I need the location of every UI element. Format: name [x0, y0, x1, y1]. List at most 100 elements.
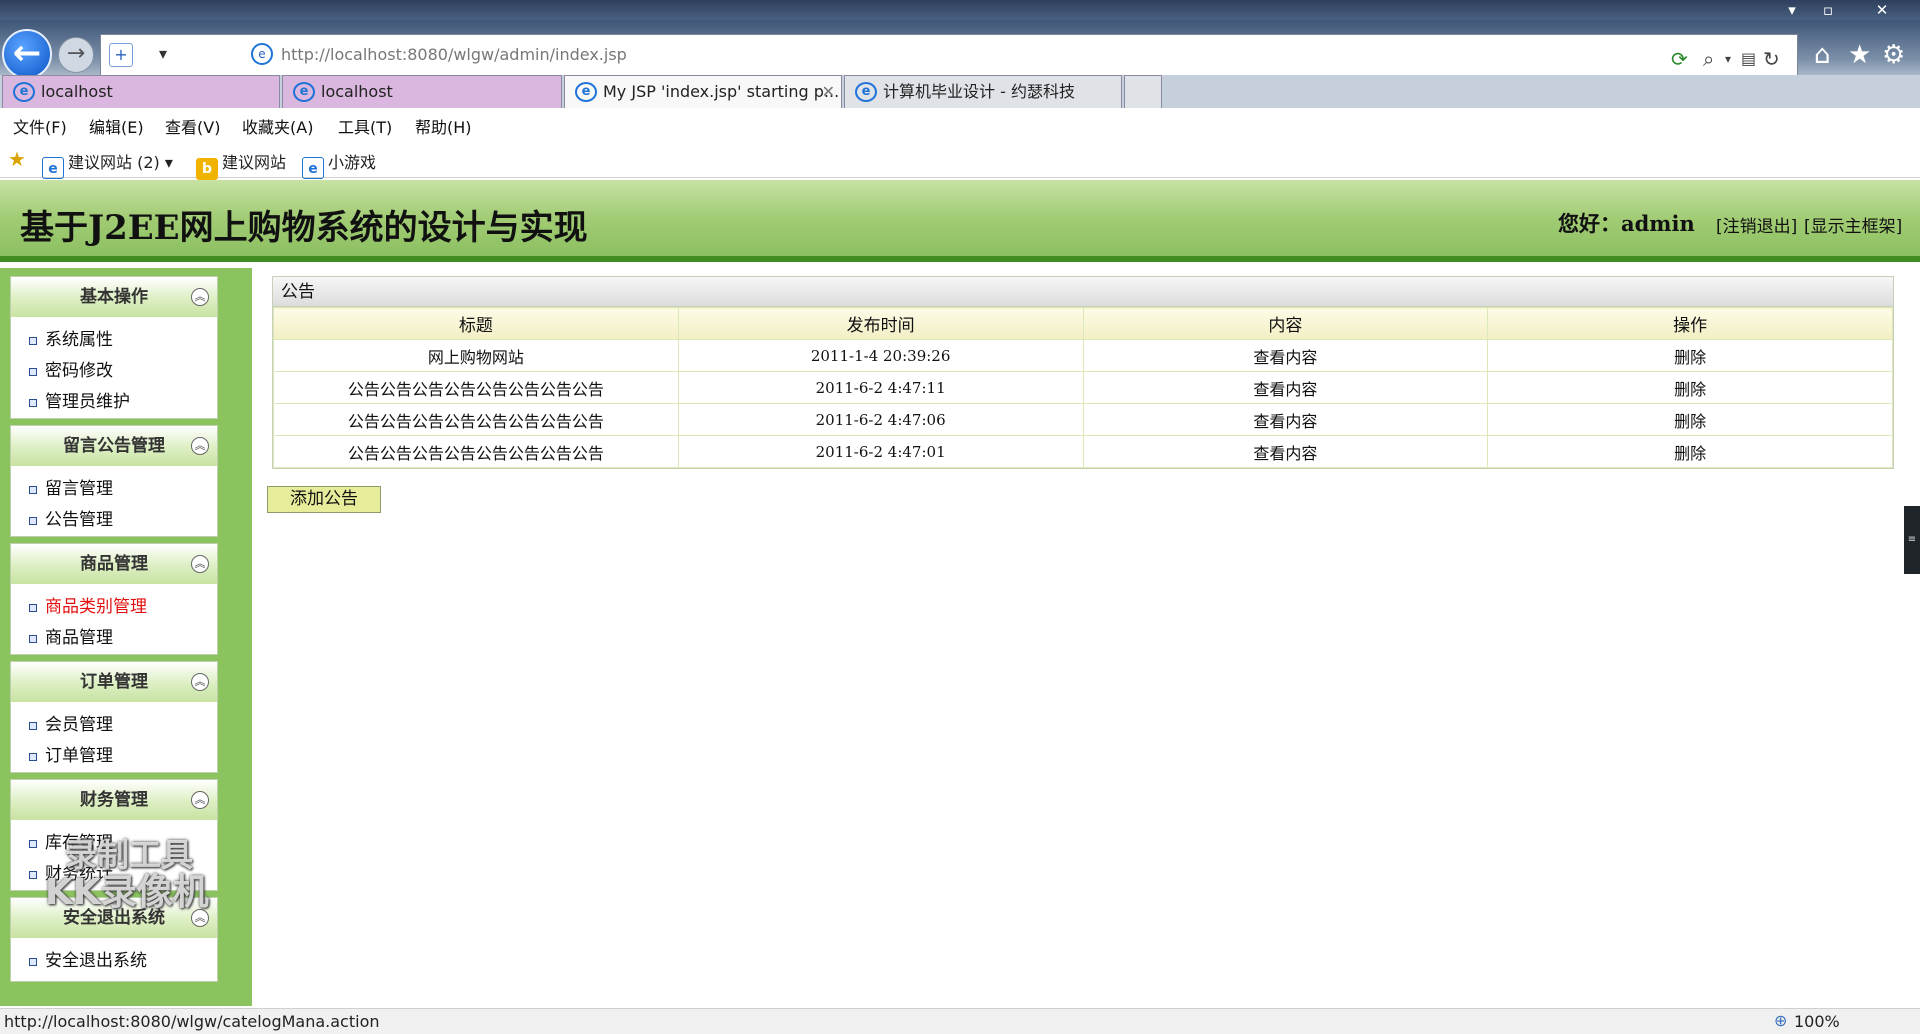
tab-yuese[interactable]: e 计算机毕业设计 - 约瑟科技: [844, 75, 1122, 108]
view-content-link[interactable]: 查看内容: [1082, 371, 1489, 404]
favorites-star-icon[interactable]: ★: [1848, 40, 1871, 70]
side-collapse-handle[interactable]: ≡: [1904, 506, 1920, 574]
fav-suggested-sites-dropdown[interactable]: e 建议网站 (2) ▾: [42, 149, 173, 179]
notice-time: 2011-6-2 4:47:01: [677, 435, 1084, 468]
notice-title: 公告公告公告公告公告公告公告公告: [273, 435, 679, 468]
bing-icon: b: [196, 158, 218, 180]
sidebar-item-admin-maintenance[interactable]: 管理员维护: [11, 387, 217, 418]
ie-icon: e: [13, 82, 35, 102]
forward-button[interactable]: →: [58, 37, 94, 73]
fav-mini-games[interactable]: e 小游戏: [302, 149, 376, 179]
compat-view-icon[interactable]: +: [109, 43, 133, 67]
home-icon[interactable]: ⌂: [1814, 40, 1831, 70]
sidebar-item-member-management[interactable]: 会员管理: [11, 710, 217, 741]
column-header: 标题: [273, 307, 679, 340]
sidebar-item-product-management[interactable]: 商品管理: [11, 623, 217, 654]
status-url: http://localhost:8080/wlgw/catelogMana.a…: [4, 1012, 380, 1031]
view-content-link[interactable]: 查看内容: [1082, 339, 1489, 372]
collapse-icon[interactable]: ︽: [191, 437, 209, 455]
collapse-icon[interactable]: ︽: [191, 673, 209, 691]
watermark-line: KK录像机: [45, 872, 209, 914]
reload-icon[interactable]: ↻: [1763, 49, 1780, 69]
main-content: 公告 标题 发布时间 内容 操作 网上购物网站 2011-1-4 20:39:2…: [252, 268, 1920, 1006]
search-icon[interactable]: ⌕: [1703, 49, 1714, 69]
sidebar-item-message-management[interactable]: 留言管理: [11, 474, 217, 505]
tab-label: 计算机毕业设计 - 约瑟科技: [883, 82, 1075, 101]
sidebar-item-category-management[interactable]: 商品类别管理: [11, 592, 217, 623]
show-main-frame-link[interactable]: [显示主框架]: [1804, 212, 1902, 237]
notice-time: 2011-6-2 4:47:11: [677, 371, 1084, 404]
watermark-line: 录制工具: [65, 836, 194, 874]
sidebar-item-notice-management[interactable]: 公告管理: [11, 505, 217, 536]
sidebar-group-messages: 留言公告管理 ︽ 留言管理 公告管理: [10, 425, 218, 537]
sidebar-item-safe-logout[interactable]: 安全退出系统: [11, 946, 217, 977]
recorder-watermark: 录制工具 KK录像机: [45, 836, 245, 914]
view-content-link[interactable]: 查看内容: [1082, 435, 1489, 468]
view-content-link[interactable]: 查看内容: [1082, 403, 1489, 436]
menu-file[interactable]: 文件(F): [13, 114, 67, 138]
sidebar-item-order-management[interactable]: 订单管理: [11, 741, 217, 772]
fav-label: 建议网站: [222, 153, 287, 172]
table-row: 公告公告公告公告公告公告公告公告 2011-6-2 4:47:01 查看内容 删…: [273, 435, 1893, 468]
collapse-icon[interactable]: ︽: [191, 555, 209, 573]
restore-icon[interactable]: ▫: [1808, 0, 1848, 20]
ie-icon: e: [855, 82, 877, 102]
column-header: 操作: [1487, 307, 1893, 340]
tab-label: My JSP 'index.jsp' starting p...: [603, 82, 840, 101]
sidebar-item-system-properties[interactable]: 系统属性: [11, 325, 217, 356]
ie-icon: e: [42, 157, 64, 179]
table-row: 公告公告公告公告公告公告公告公告 2011-6-2 4:47:06 查看内容 删…: [273, 403, 1893, 436]
menu-help[interactable]: 帮助(H): [415, 114, 472, 138]
notice-title: 公告公告公告公告公告公告公告公告: [273, 403, 679, 436]
delete-link[interactable]: 删除: [1487, 403, 1893, 436]
close-tab-icon[interactable]: ✕: [822, 76, 835, 107]
sidebar-group-header[interactable]: 商品管理 ︽: [11, 544, 217, 584]
logout-link[interactable]: [注销退出]: [1716, 212, 1797, 237]
zoom-icon[interactable]: ⊕: [1774, 1011, 1787, 1030]
address-bar[interactable]: + ▾ e http://localhost:8080/wlgw/admin/i…: [100, 34, 1798, 76]
favorites-bar: ★ e 建议网站 (2) ▾ b 建议网站 e 小游戏: [0, 142, 1920, 180]
app-header: 基于J2EE网上购物系统的设计与实现 您好：admin [注销退出] [显示主框…: [0, 180, 1920, 262]
zoom-level[interactable]: 100%: [1794, 1012, 1840, 1031]
sidebar-group-basic: 基本操作 ︽ 系统属性 密码修改 管理员维护: [10, 276, 218, 419]
delete-link[interactable]: 删除: [1487, 371, 1893, 404]
collapse-icon[interactable]: ︽: [191, 288, 209, 306]
favorites-add-icon[interactable]: ★: [8, 147, 26, 171]
close-window-icon[interactable]: ✕: [1862, 0, 1902, 20]
sidebar-group-header[interactable]: 留言公告管理 ︽: [11, 426, 217, 466]
notice-time: 2011-6-2 4:47:06: [677, 403, 1084, 436]
settings-gear-icon[interactable]: ⚙: [1882, 40, 1905, 70]
url-text[interactable]: http://localhost:8080/wlgw/admin/index.j…: [281, 45, 627, 64]
table-row: 公告公告公告公告公告公告公告公告 2011-6-2 4:47:11 查看内容 删…: [273, 371, 1893, 404]
sidebar-item-password-change[interactable]: 密码修改: [11, 356, 217, 387]
tab-localhost-2[interactable]: e localhost: [282, 75, 562, 108]
group-title: 财务管理: [80, 790, 148, 810]
minimize-icon[interactable]: ▾: [1772, 0, 1812, 20]
refresh-compat-icon[interactable]: ⟳: [1671, 49, 1688, 69]
compat-icon[interactable]: ▤: [1741, 49, 1756, 69]
back-button[interactable]: ←: [2, 29, 52, 79]
delete-link[interactable]: 删除: [1487, 339, 1893, 372]
menu-edit[interactable]: 编辑(E): [89, 114, 144, 138]
search-dropdown-icon[interactable]: ▾: [1725, 49, 1731, 69]
fav-label: 小游戏: [328, 153, 377, 172]
dropdown-arrow-icon[interactable]: ▾: [151, 43, 175, 67]
new-tab-button[interactable]: [1124, 75, 1162, 108]
add-notice-button[interactable]: 添加公告: [267, 486, 381, 513]
menu-view[interactable]: 查看(V): [165, 114, 220, 138]
delete-link[interactable]: 删除: [1487, 435, 1893, 468]
collapse-icon[interactable]: ︽: [191, 791, 209, 809]
tab-label: localhost: [321, 82, 393, 101]
menu-favorites[interactable]: 收藏夹(A): [242, 114, 313, 138]
sidebar-group-header[interactable]: 基本操作 ︽: [11, 277, 217, 317]
sidebar-group-header[interactable]: 财务管理 ︽: [11, 780, 217, 820]
sidebar-group-header[interactable]: 订单管理 ︽: [11, 662, 217, 702]
menu-tools[interactable]: 工具(T): [338, 114, 392, 138]
tab-strip: e localhost e localhost e My JSP 'index.…: [0, 75, 1920, 108]
fav-label: 建议网站 (2) ▾: [68, 153, 173, 172]
fav-suggested-sites[interactable]: b 建议网站: [196, 149, 286, 180]
table-row: 网上购物网站 2011-1-4 20:39:26 查看内容 删除: [273, 339, 1893, 372]
tab-localhost-1[interactable]: e localhost: [2, 75, 280, 108]
tab-index-jsp[interactable]: e My JSP 'index.jsp' starting p... ✕: [564, 75, 842, 108]
sidebar-group-orders: 订单管理 ︽ 会员管理 订单管理: [10, 661, 218, 773]
